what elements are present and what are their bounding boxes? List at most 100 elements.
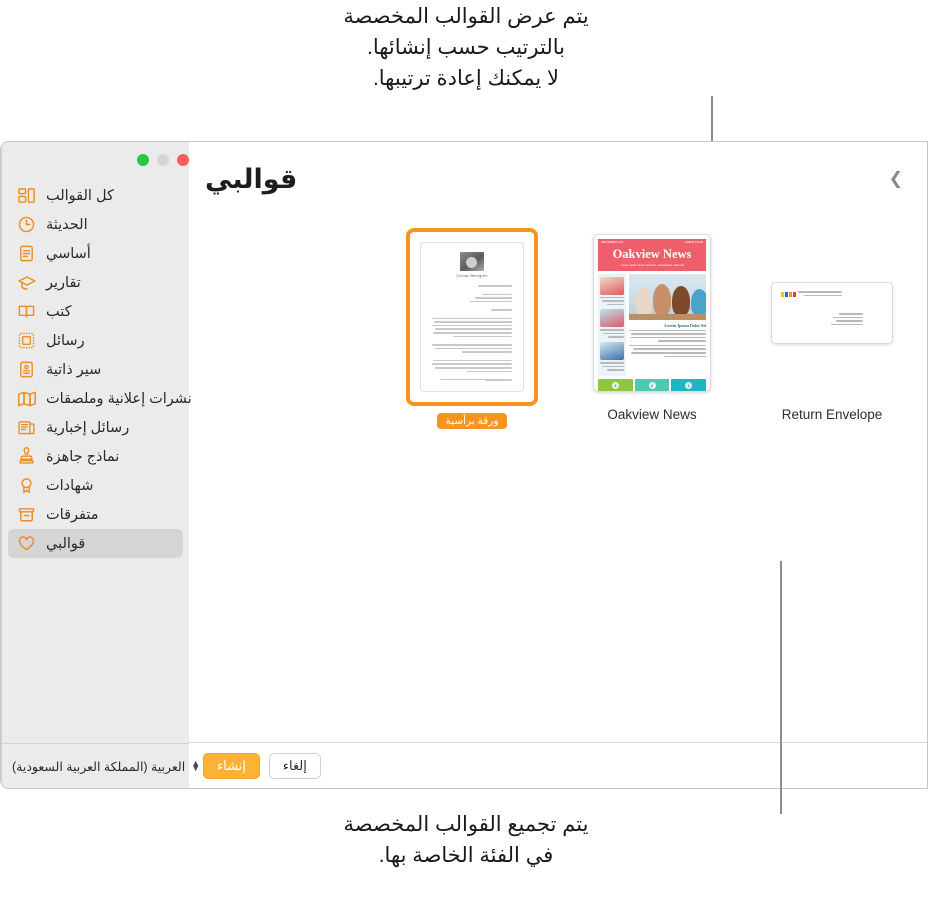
template-chooser-window: ❯ قوالبي Return Envelope LOREM IPSUM SEP… bbox=[0, 141, 928, 789]
sidebar-item-miscellaneous[interactable]: متفرقات bbox=[8, 500, 183, 529]
close-button-icon[interactable] bbox=[137, 154, 149, 166]
sidebar-item-label: رسائل إخبارية bbox=[46, 419, 130, 436]
sidebar-item-newsletters[interactable]: رسائل إخبارية bbox=[8, 413, 183, 442]
template-item-letterhead[interactable]: Climax Beregren ورقة برأسية bbox=[397, 228, 547, 429]
chevron-right-icon[interactable]: ❯ bbox=[883, 167, 909, 191]
newsletter-card: 2 DOLOR SIT AMET bbox=[634, 378, 670, 392]
create-button[interactable]: إنشاء bbox=[203, 752, 260, 779]
newsletter-card-title: DOLOR SIT AMET bbox=[641, 391, 663, 392]
postage-stamp-icon bbox=[16, 330, 37, 351]
newsletter-cards: 1 LOREM IPSUM 2 DOLOR SIT AMET 3 bbox=[597, 378, 706, 392]
window-controls bbox=[2, 142, 189, 178]
newsletter-title: Oakview News bbox=[612, 247, 692, 261]
sidebar-item-label: تقارير bbox=[46, 274, 81, 291]
callout-text-top: يتم عرض القوالب المخصصة بالترتيب حسب إنش… bbox=[343, 5, 589, 90]
newsletter-card-number: 1 bbox=[685, 381, 693, 389]
grid-icon bbox=[16, 185, 37, 206]
brochure-icon bbox=[16, 388, 37, 409]
sidebar-item-recent[interactable]: الحديثة bbox=[8, 210, 183, 239]
document-icon bbox=[16, 243, 37, 264]
sidebar-item-label: متفرقات bbox=[46, 506, 99, 523]
id-card-icon bbox=[16, 359, 37, 380]
sidebar-item-label: سير ذاتية bbox=[46, 361, 102, 378]
sidebar-item-label: رسائل bbox=[46, 332, 85, 349]
graduation-cap-icon bbox=[16, 272, 37, 293]
award-ribbon-icon bbox=[16, 475, 37, 496]
newsletter-topbar-right: SEPTEMBER 2021 bbox=[601, 240, 624, 244]
dialog-footer: إنشاء إلغاء bbox=[189, 742, 927, 788]
template-thumbnail-selected[interactable]: Climax Beregren bbox=[406, 228, 538, 406]
sidebar-item-reports[interactable]: تقارير bbox=[8, 268, 183, 297]
clock-icon bbox=[16, 214, 37, 235]
letterhead-paragraph-2 bbox=[432, 344, 512, 353]
template-label: Return Envelope bbox=[781, 407, 883, 422]
sidebar-category-list: كل القوالب الحديثة أساسي تقارير كتب رسائ… bbox=[2, 178, 192, 743]
sidebar-item-label: نماذج جاهزة bbox=[46, 448, 120, 465]
sidebar-item-all-templates[interactable]: كل القوالب bbox=[8, 181, 183, 210]
sidebar-item-letters[interactable]: رسائل bbox=[8, 326, 183, 355]
newsletter-topbar-left: LOREM IPSUM bbox=[684, 240, 703, 244]
letterhead-date-block bbox=[432, 285, 512, 287]
minimize-button-icon[interactable] bbox=[157, 154, 169, 166]
sidebar-item-label: الحديثة bbox=[46, 216, 88, 233]
template-label-badge: ورقة برأسية bbox=[436, 413, 508, 429]
cancel-button[interactable]: إلغاء bbox=[268, 752, 321, 779]
sidebar-item-label: قوالبي bbox=[46, 535, 86, 552]
template-item-return-envelope[interactable]: Return Envelope bbox=[757, 228, 907, 422]
newsletter-masthead: Oakview News Lorem ipsum dolor sit amet,… bbox=[598, 245, 706, 271]
newsletter-card-number: 3 bbox=[611, 381, 619, 389]
zoom-button-icon[interactable] bbox=[177, 154, 189, 166]
template-thumbnail[interactable] bbox=[766, 228, 898, 398]
box-icon bbox=[16, 504, 37, 525]
letterhead-name: Climax Beregren bbox=[456, 274, 488, 278]
content-header: ❯ قوالبي bbox=[189, 142, 927, 216]
sidebar-item-forms[interactable]: نماذج جاهزة bbox=[8, 442, 183, 471]
sidebar-item-my-templates[interactable]: قوالبي bbox=[8, 529, 183, 558]
letterhead-paragraph-1 bbox=[432, 317, 512, 338]
language-selector-value: العربية (المملكة العربية السعودية) bbox=[12, 759, 186, 774]
letterhead-portrait bbox=[460, 252, 484, 271]
page-title: قوالبي bbox=[205, 163, 298, 194]
letterhead-paragraph-3 bbox=[432, 359, 512, 373]
sidebar-item-certificates[interactable]: شهادات bbox=[8, 471, 183, 500]
newsletter-card-title: LOREM IPSUM bbox=[680, 391, 698, 392]
letterhead-footer bbox=[435, 378, 509, 380]
template-grid: Return Envelope LOREM IPSUM SEPTEMBER 20… bbox=[189, 216, 927, 742]
heart-icon bbox=[16, 533, 37, 554]
newsletter-card-number: 2 bbox=[648, 381, 656, 389]
callout-text-bottom: يتم تجميع القوالب المخصصة في الفئة الخاص… bbox=[343, 813, 589, 867]
newsletter-subtitle: Lorem ipsum dolor sit amet, consectetur … bbox=[620, 262, 684, 267]
template-thumbnail[interactable]: LOREM IPSUM SEPTEMBER 2021 Oakview News … bbox=[586, 228, 718, 398]
newspaper-icon bbox=[16, 417, 37, 438]
sidebar-item-label: كل القوالب bbox=[46, 187, 114, 204]
sidebar-item-label: أساسي bbox=[46, 245, 91, 262]
language-selector[interactable]: العربية (المملكة العربية السعودية) ▲ ▼ bbox=[2, 743, 200, 788]
newsletter-card: 1 LOREM IPSUM bbox=[671, 378, 706, 392]
stepper-arrows-icon[interactable]: ▲ ▼ bbox=[191, 758, 201, 773]
callout-leader-line-bottom bbox=[780, 561, 782, 814]
template-item-oakview-news[interactable]: LOREM IPSUM SEPTEMBER 2021 Oakview News … bbox=[577, 228, 727, 422]
template-label: Oakview News bbox=[607, 407, 697, 422]
sidebar-item-books[interactable]: كتب bbox=[8, 297, 183, 326]
sidebar-item-resumes[interactable]: سير ذاتية bbox=[8, 355, 183, 384]
sidebar: كل القوالب الحديثة أساسي تقارير كتب رسائ… bbox=[1, 142, 200, 788]
newsletter-sidebar bbox=[598, 273, 626, 376]
newsletter-body: Lorem Ipsum Dolor Sit bbox=[598, 273, 706, 376]
newsletter-card-title: CONSECTETUR ELIT bbox=[602, 391, 628, 392]
stepper-down-icon: ▼ bbox=[191, 763, 201, 773]
envelope-preview bbox=[771, 282, 893, 344]
sidebar-item-label: نشرات إعلانية وملصقات bbox=[46, 390, 192, 407]
envelope-company-lines bbox=[798, 291, 842, 298]
newsletter-card: 3 CONSECTETUR ELIT bbox=[597, 378, 633, 392]
open-book-icon bbox=[16, 301, 37, 322]
letterhead-salutation bbox=[432, 309, 512, 311]
newsletter-photo bbox=[629, 273, 706, 320]
newsletter-preview: LOREM IPSUM SEPTEMBER 2021 Oakview News … bbox=[593, 234, 711, 392]
letterhead-address-block bbox=[432, 293, 512, 303]
rubber-stamp-icon bbox=[16, 446, 37, 467]
sidebar-item-basic[interactable]: أساسي bbox=[8, 239, 183, 268]
sidebar-item-flyers-posters[interactable]: نشرات إعلانية وملصقات bbox=[8, 384, 192, 413]
newsletter-main-column: Lorem Ipsum Dolor Sit bbox=[629, 273, 706, 376]
sidebar-item-label: كتب bbox=[46, 303, 72, 320]
main-content-pane: ❯ قوالبي Return Envelope LOREM IPSUM SEP… bbox=[189, 142, 927, 788]
